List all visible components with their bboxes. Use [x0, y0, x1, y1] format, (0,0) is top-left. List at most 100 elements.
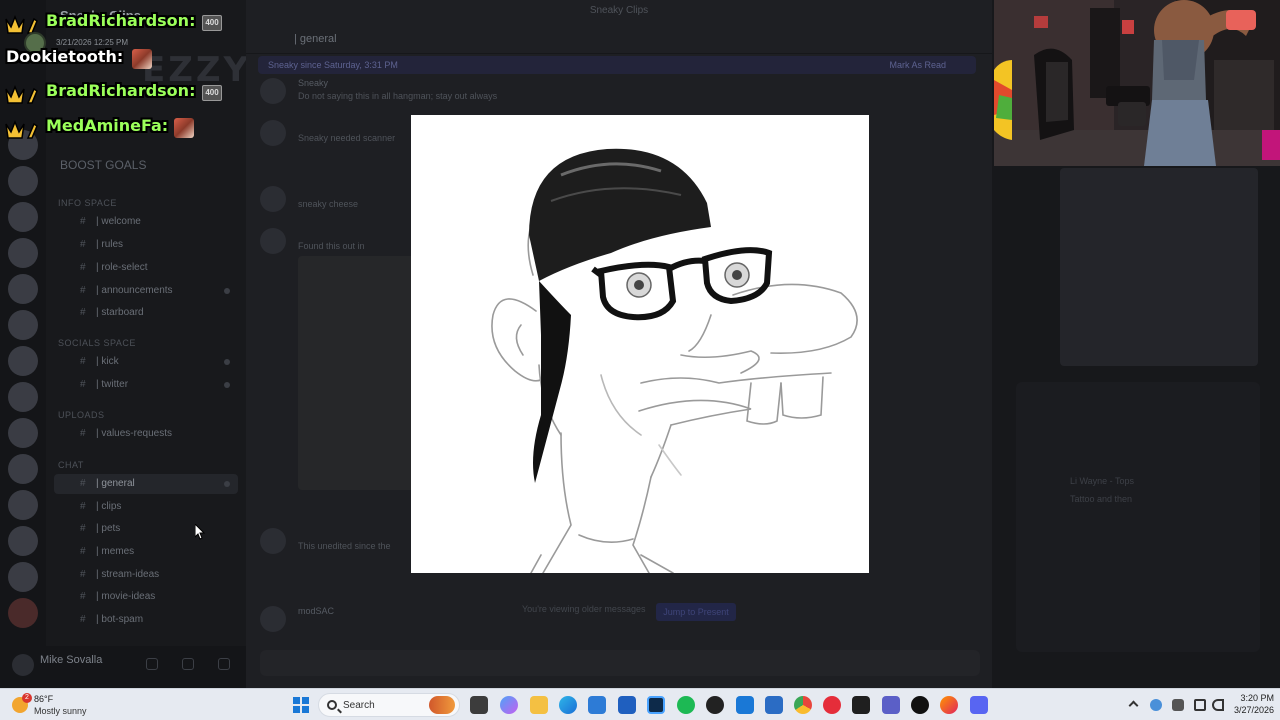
hash-icon: #	[80, 307, 86, 318]
photoshop-icon[interactable]	[647, 696, 665, 714]
mic-icon[interactable]	[1172, 699, 1184, 711]
network-icon[interactable]	[1194, 699, 1206, 711]
file-explorer-icon[interactable]	[470, 696, 488, 714]
alert-row: BradRichardson: 400	[4, 80, 244, 106]
thread-line: Tattoo and then	[1070, 494, 1133, 504]
spotify-icon[interactable]	[677, 696, 695, 714]
channel-label: | announcements	[96, 285, 173, 296]
alert-row: MedAmineFa:	[4, 115, 244, 141]
tray-overflow-icon[interactable]	[1128, 700, 1139, 711]
gear-icon[interactable]	[218, 658, 230, 670]
server-icon[interactable]	[8, 346, 38, 376]
firefox-icon[interactable]	[940, 696, 958, 714]
image-viewer[interactable]	[411, 115, 869, 573]
channel-item[interactable]: # | welcome	[54, 212, 238, 232]
channel-label: | clips	[96, 501, 122, 512]
message-author[interactable]: modSAC	[298, 606, 334, 616]
channel-item[interactable]: # | pets	[54, 519, 238, 539]
channel-item[interactable]: # | clips	[54, 497, 238, 517]
dropbox-icon[interactable]	[618, 696, 636, 714]
hash-icon: #	[80, 546, 86, 557]
avatar[interactable]	[260, 528, 286, 554]
channel-item[interactable]: # | stream-ideas	[54, 565, 238, 585]
channel-item[interactable]: # | announcements	[54, 281, 238, 301]
message-author[interactable]: Sneaky	[298, 78, 328, 88]
server-icon[interactable]	[8, 310, 38, 340]
copilot-icon[interactable]	[500, 696, 518, 714]
channel-item[interactable]: # | bot-spam	[54, 610, 238, 630]
mark-read-button[interactable]: Mark As Read	[889, 56, 946, 74]
volume-icon[interactable]	[1212, 699, 1224, 711]
server-icon[interactable]	[8, 382, 38, 412]
alert-row: Dookietooth:	[4, 46, 244, 72]
hash-icon: #	[80, 379, 86, 390]
category-header[interactable]: Socials space	[58, 338, 136, 348]
hash-icon: #	[80, 591, 86, 602]
system-clock[interactable]: 3:20 PM 3/27/2026	[1224, 692, 1274, 716]
steam-icon[interactable]	[706, 696, 724, 714]
user-name[interactable]: Mike Sovalla	[40, 654, 102, 666]
mail-icon[interactable]	[736, 696, 754, 714]
avatar[interactable]	[260, 78, 286, 104]
window-title: Sneaky Clips	[589, 5, 649, 16]
headphones-icon[interactable]	[182, 658, 194, 670]
channel-label: | starboard	[96, 307, 144, 318]
opera-icon[interactable]	[823, 696, 841, 714]
onedrive-icon[interactable]	[1150, 699, 1162, 711]
message-text: This unedited since the	[298, 541, 391, 551]
avatar[interactable]	[12, 654, 34, 676]
hash-icon: #	[80, 569, 86, 580]
chrome-icon[interactable]	[794, 696, 812, 714]
hash-icon: #	[80, 614, 86, 625]
folder-icon[interactable]	[530, 696, 548, 714]
channel-item-selected[interactable]: # | general	[54, 474, 238, 494]
server-icon[interactable]	[8, 598, 38, 628]
start-button[interactable]	[293, 697, 309, 713]
channel-label: | memes	[96, 546, 135, 557]
edge-icon[interactable]	[559, 696, 577, 714]
server-icon[interactable]	[8, 562, 38, 592]
channel-item[interactable]: # | starboard	[54, 303, 238, 323]
jump-to-present-button[interactable]: Jump to Present	[656, 603, 736, 621]
channel-item[interactable]: # | kick	[54, 352, 238, 372]
alert-username: BradRichardson:	[46, 11, 196, 30]
mic-icon[interactable]	[146, 658, 158, 670]
thread-thumbnail[interactable]	[1060, 168, 1258, 366]
channel-item[interactable]: # | movie-ideas	[54, 587, 238, 607]
hash-icon: #	[80, 478, 86, 489]
search-highlight-icon	[429, 696, 455, 714]
server-icon[interactable]	[8, 202, 38, 232]
weather-widget[interactable]: 2 86°F Mostly sunny	[12, 691, 132, 719]
category-header[interactable]: Info space	[58, 198, 117, 208]
boost-goals[interactable]: BOOST GOALS	[60, 158, 146, 172]
server-icon[interactable]	[8, 454, 38, 484]
channel-item[interactable]: # | role-select	[54, 258, 238, 278]
avatar[interactable]	[260, 606, 286, 632]
discord-icon[interactable]	[970, 696, 988, 714]
message-image-attachment[interactable]	[298, 256, 416, 490]
server-icon[interactable]	[8, 526, 38, 556]
avatar[interactable]	[260, 228, 286, 254]
terminal-icon[interactable]	[852, 696, 870, 714]
message-input[interactable]	[260, 650, 980, 676]
taskbar-search[interactable]: Search	[318, 693, 460, 717]
avatar[interactable]	[260, 186, 286, 212]
server-icon[interactable]	[8, 166, 38, 196]
calendar-icon[interactable]	[882, 696, 900, 714]
channel-item[interactable]: # | memes	[54, 542, 238, 562]
server-icon[interactable]	[8, 238, 38, 268]
category-header[interactable]: Chat	[58, 460, 84, 470]
category-header[interactable]: Uploads	[58, 410, 105, 420]
avatar[interactable]	[260, 120, 286, 146]
media-icon[interactable]	[911, 696, 929, 714]
new-messages-bar[interactable]: Sneaky since Saturday, 3:31 PM Mark As Re…	[258, 56, 976, 74]
channel-item[interactable]: # | rules	[54, 235, 238, 255]
server-icon[interactable]	[8, 418, 38, 448]
channel-item[interactable]: # | twitter	[54, 375, 238, 395]
server-icon[interactable]	[8, 274, 38, 304]
alert-row: BradRichardson: 400	[4, 10, 244, 36]
channel-item[interactable]: # | values-requests	[54, 424, 238, 444]
store-icon[interactable]	[588, 696, 606, 714]
server-icon[interactable]	[8, 490, 38, 520]
paint-icon[interactable]	[765, 696, 783, 714]
